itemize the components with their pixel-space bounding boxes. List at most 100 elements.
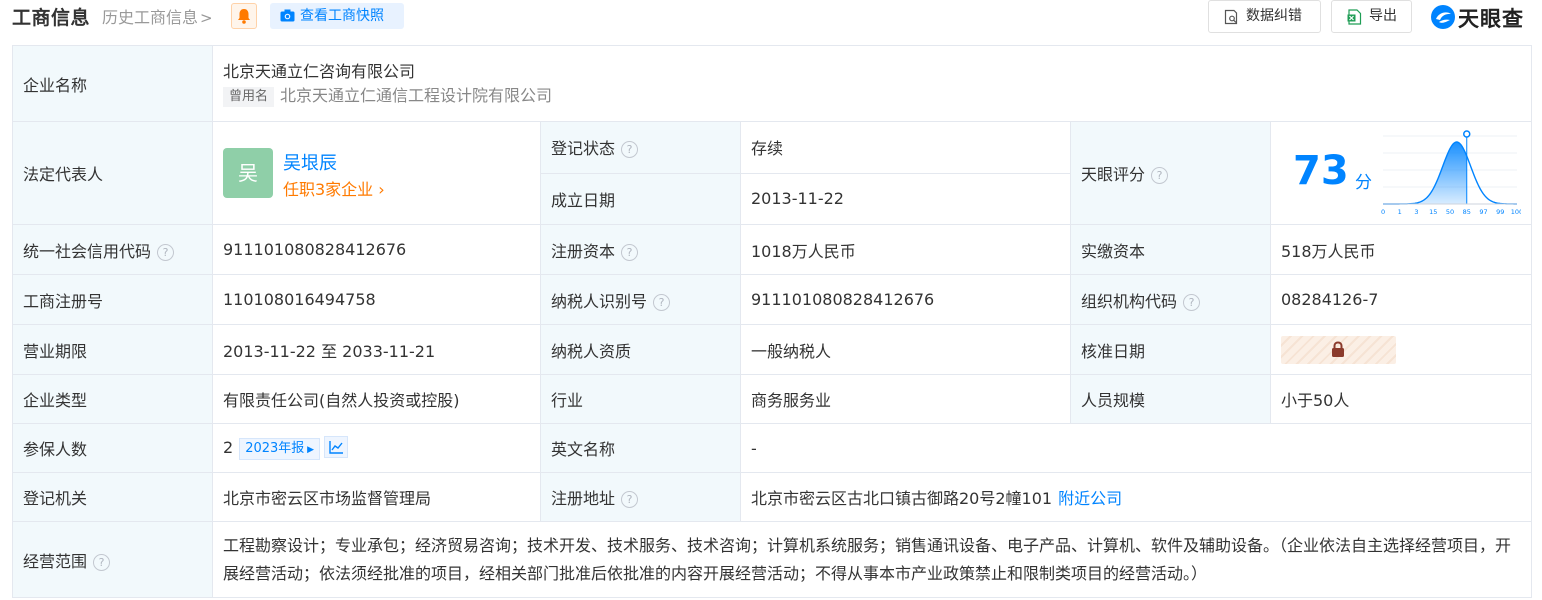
authority-label: 登记机关 (12, 472, 213, 522)
help-icon[interactable]: ? (1151, 167, 1169, 184)
company-type-label: 企业类型 (12, 374, 213, 424)
help-icon[interactable]: ? (653, 293, 671, 311)
chart-tick-label: 3 (1414, 208, 1418, 216)
table-row: 登记机关 北京市密云区市场监督管理局 注册地址? 北京市密云区古北口镇古御路20… (12, 472, 1533, 522)
score-distribution-chart: 0 1 3 15 50 85 97 99 100 (1381, 130, 1521, 216)
legal-rep-positions-link[interactable]: 任职3家企业 › (283, 176, 385, 200)
status-label: 登记状态 (551, 139, 616, 159)
logo-text: 天眼查 (1458, 7, 1524, 31)
help-icon[interactable]: ? (1183, 293, 1201, 311)
org-code-value: 08284126-7 (1269, 274, 1533, 325)
english-name-label: 英文名称 (540, 423, 741, 473)
reg-capital-value: 1018万人民币 (740, 224, 1071, 275)
english-name-value: - (739, 423, 1533, 473)
help-icon[interactable]: ? (93, 553, 111, 571)
score-cell: 73 分 0 1 3 15 50 85 97 99 100 (1269, 121, 1533, 225)
scope-value: 工程勘察设计；专业承包；经济贸易咨询；技术开发、技术服务、技术咨询；计算机系统服… (211, 521, 1533, 598)
scope-label-cell: 经营范围? (12, 521, 213, 598)
credit-code-label-cell: 统一社会信用代码? (12, 224, 213, 275)
founded-label: 成立日期 (540, 172, 741, 225)
data-correction-button[interactable]: 数据纠错 (1208, 0, 1321, 33)
company-name-label: 企业名称 (12, 45, 213, 122)
chart-tick-label: 99 (1496, 208, 1504, 216)
score-value: 73 (1293, 148, 1349, 194)
score-unit: 分 (1355, 173, 1372, 193)
snapshot-button-label: 查看工商快照 (300, 8, 384, 24)
chart-tick-label: 85 (1463, 208, 1471, 216)
chart-tick-label: 0 (1381, 208, 1385, 216)
reg-number-value: 110108016494758 (212, 274, 541, 325)
score-label-cell: 天眼评分? (1070, 121, 1271, 225)
section-title: 工商信息 (12, 7, 91, 29)
approve-date-cell (1269, 324, 1533, 375)
locked-content-button[interactable] (1281, 335, 1396, 364)
tianyancha-logo-icon (1431, 5, 1455, 29)
former-name: 曾用名 北京天通立仁通信工程设计院有限公司 (223, 84, 1521, 108)
monitor-button[interactable] (231, 3, 257, 29)
trend-chart-icon (329, 441, 344, 454)
address-cell: 北京市密云区古北口镇古御路20号2幢101 附近公司 (739, 472, 1533, 522)
help-icon[interactable]: ? (621, 243, 639, 261)
address-label-cell: 注册地址? (540, 472, 741, 522)
nearby-companies-link[interactable]: 附近公司 (1058, 489, 1122, 508)
business-info-table: 企业名称 北京天通立仁咨询有限公司 曾用名 北京天通立仁通信工程设计院有限公司 法… (12, 45, 1533, 598)
former-name-tag: 曾用名 (223, 86, 275, 107)
history-link[interactable]: 历史工商信息 > (102, 4, 213, 28)
chart-tick-label: 100 (1511, 208, 1521, 216)
camera-icon (280, 9, 295, 22)
insured-label: 参保人数 (12, 423, 213, 473)
table-row: 企业类型 有限责任公司(自然人投资或控股) 行业 商务服务业 人员规模 小于50… (12, 374, 1533, 424)
table-row: 企业名称 北京天通立仁咨询有限公司 曾用名 北京天通立仁通信工程设计院有限公司 (12, 45, 1533, 122)
taxpayer-id-label: 纳税人识别号 (551, 291, 648, 311)
table-row: 参保人数 2 2023年报 ▶ 英文名称 - (12, 423, 1533, 473)
credit-code-label: 统一社会信用代码 (23, 241, 152, 261)
chart-tick-label: 1 (1398, 208, 1402, 216)
industry-label: 行业 (540, 374, 741, 424)
caret-right-icon: ▶ (304, 445, 315, 455)
chart-tick-label: 97 (1479, 208, 1487, 216)
export-label: 导出 (1369, 8, 1397, 24)
help-icon[interactable]: ? (157, 243, 175, 261)
staff-size-value: 小于50人 (1269, 374, 1533, 424)
score-label: 天眼评分 (1081, 165, 1146, 184)
table-row: 统一社会信用代码? 911101080828412676 注册资本? 1018万… (12, 224, 1533, 275)
org-code-label-cell: 组织机构代码? (1070, 274, 1271, 325)
excel-icon (1347, 9, 1362, 25)
taxpayer-type-value: 一般纳税人 (740, 324, 1071, 375)
status-label-cell: 登记状态? (540, 121, 741, 174)
data-correction-label: 数据纠错 (1246, 8, 1302, 24)
address-value: 北京市密云区古北口镇古御路20号2幢101 (751, 489, 1053, 508)
legal-rep-positions-label: 任职3家企业 (283, 180, 374, 199)
company-name: 北京天通立仁咨询有限公司 (223, 61, 416, 81)
table-row: 经营范围? 工程勘察设计；专业承包；经济贸易咨询；技术开发、技术服务、技术咨询；… (12, 521, 1533, 598)
snapshot-button[interactable]: 查看工商快照 (270, 3, 404, 29)
annual-report-label: 2023年报 (245, 441, 305, 456)
trend-chart-button[interactable] (324, 436, 349, 458)
reg-capital-label-cell: 注册资本? (540, 224, 741, 275)
chart-marker-point (1463, 130, 1471, 138)
bell-icon (238, 9, 250, 24)
chart-tick-label: 15 (1429, 208, 1437, 216)
help-icon[interactable]: ? (621, 491, 639, 508)
help-icon[interactable]: ? (621, 141, 639, 159)
paid-capital-label: 实缴资本 (1070, 224, 1271, 275)
term-label: 营业期限 (12, 324, 213, 375)
insured-cell: 2 2023年报 ▶ (212, 423, 541, 473)
status-value: 存续 (740, 121, 1071, 174)
legal-rep-name-link[interactable]: 吴垠辰 (283, 149, 337, 175)
avatar: 吴 (223, 148, 273, 198)
scope-label: 经营范围 (23, 551, 88, 571)
taxpayer-id-value: 911101080828412676 (740, 274, 1071, 325)
annual-report-tag[interactable]: 2023年报 ▶ (239, 438, 321, 460)
authority-value: 北京市密云区市场监督管理局 (212, 472, 541, 522)
export-button[interactable]: 导出 (1331, 0, 1412, 33)
company-type-value: 有限责任公司(自然人投资或控股) (212, 374, 541, 424)
chevron-right-icon: > (200, 9, 213, 27)
history-link-label: 历史工商信息 (102, 8, 199, 27)
legal-rep-cell: 吴 吴垠辰 任职3家企业 › (212, 121, 541, 225)
industry-value: 商务服务业 (740, 374, 1071, 424)
lock-icon (1332, 340, 1344, 357)
chart-area (1383, 142, 1467, 204)
org-code-label: 组织机构代码 (1081, 291, 1178, 311)
chevron-right-icon: › (373, 180, 385, 199)
